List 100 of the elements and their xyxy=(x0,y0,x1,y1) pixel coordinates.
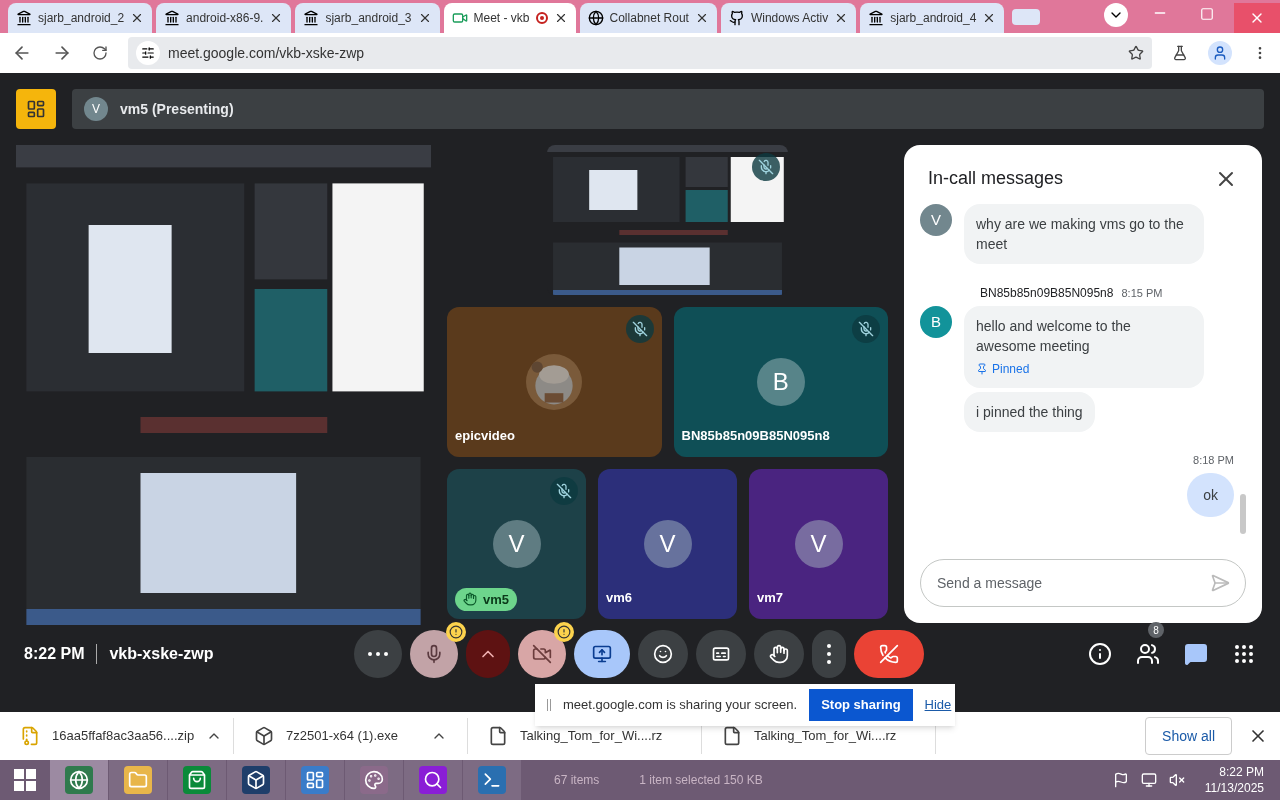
side-panel-button[interactable] xyxy=(1232,642,1256,666)
panel-title: In-call messages xyxy=(928,167,1064,190)
call-control-button[interactable] xyxy=(754,630,804,678)
avatar: B xyxy=(756,358,805,406)
box-icon xyxy=(254,726,274,746)
dashboard-icon xyxy=(305,770,325,790)
globe-icon xyxy=(69,770,89,790)
hand-icon xyxy=(769,644,789,664)
smiley-icon xyxy=(653,644,673,664)
status-text: 67 items xyxy=(554,772,600,789)
mic-off-icon xyxy=(556,483,572,499)
avatar: B xyxy=(920,306,952,338)
camera-off-icon xyxy=(532,644,552,664)
tab-title: Meet - vkb xyxy=(473,10,530,27)
taskbar-app[interactable] xyxy=(404,760,462,800)
browser-tab[interactable]: Collabnet Rout xyxy=(579,3,717,33)
people-icon xyxy=(1136,642,1160,666)
drag-handle-icon[interactable] xyxy=(547,699,551,711)
raised-hand-badge: vm5 xyxy=(455,587,518,611)
message-field[interactable]: Send a message xyxy=(920,559,1246,607)
message-text: hello and welcome to the awesome meeting xyxy=(976,317,1132,356)
call-control-button[interactable] xyxy=(854,630,924,678)
call-control-button[interactable] xyxy=(696,630,746,678)
download-name[interactable]: Talking_Tom_for_Wi....rz xyxy=(520,726,663,746)
call-control-button[interactable] xyxy=(518,630,566,678)
dots-icon xyxy=(368,652,388,656)
avatar: V xyxy=(492,520,541,568)
sliders-icon xyxy=(141,46,155,60)
store-icon xyxy=(187,770,207,790)
taskbar-app[interactable] xyxy=(286,760,344,800)
captions-icon xyxy=(711,644,731,664)
participant-name: BN85b85n09B85N095n8 xyxy=(681,426,830,445)
status-text: 1 item selected 150 KB xyxy=(639,772,763,789)
browser-tab[interactable]: sjarb_android_3 xyxy=(295,3,440,33)
taskbar-app[interactable] xyxy=(50,760,108,800)
tab-title: Collabnet Rout xyxy=(609,10,689,27)
message-text: ok xyxy=(1203,485,1218,505)
tab-title: sjarb_android_2 xyxy=(38,10,125,27)
avatar: V xyxy=(643,520,692,568)
network-icon[interactable] xyxy=(1140,772,1157,788)
download-name[interactable]: 16aa5ffaf8ac3aa56....zip xyxy=(52,726,195,746)
avatar: V xyxy=(794,520,843,568)
info-icon xyxy=(1088,642,1112,666)
terminal-icon xyxy=(482,770,502,790)
browser-tab[interactable]: sjarb_android_4 xyxy=(860,3,1005,33)
reload-icon[interactable] xyxy=(92,45,108,61)
download-name[interactable]: Talking_Tom_for_Wi....rz xyxy=(754,726,897,746)
sharing-text: meet.google.com is sharing your screen. xyxy=(563,696,798,715)
flask-icon[interactable] xyxy=(1172,45,1188,61)
folder-icon xyxy=(128,770,148,790)
call-control-button[interactable] xyxy=(410,630,458,678)
file-icon xyxy=(722,726,742,746)
participant-name: epicvideo xyxy=(455,426,515,445)
clock-date: 11/13/2025 xyxy=(1204,780,1264,796)
stop-sharing-button[interactable]: Stop sharing xyxy=(809,689,913,721)
browser-tab[interactable]: sjarb_android_2 xyxy=(8,3,153,33)
sender-name: BN85b85n09B85N095n8 xyxy=(980,285,1114,302)
layout-button[interactable] xyxy=(16,89,56,129)
globe-icon xyxy=(587,10,604,26)
tab-search-button[interactable] xyxy=(1104,3,1128,27)
address-bar[interactable]: meet.google.com/vkb-xske-zwp xyxy=(128,37,1152,69)
call-control-button[interactable] xyxy=(574,630,630,678)
tab-title: sjarb_android_3 xyxy=(325,10,412,27)
person-icon xyxy=(1212,45,1228,61)
taskbar-app[interactable] xyxy=(345,760,403,800)
hand-icon xyxy=(463,592,477,607)
participant-name: vm7 xyxy=(757,588,784,607)
side-panel-button[interactable] xyxy=(1184,642,1208,666)
hide-link[interactable]: Hide xyxy=(924,695,952,715)
apps-grid-icon xyxy=(1232,642,1256,666)
more-vertical-icon xyxy=(827,644,831,664)
browser-tab[interactable]: Meet - vkb xyxy=(443,3,576,33)
side-panel-button[interactable] xyxy=(1088,642,1112,666)
hang-up-icon xyxy=(879,644,899,664)
scrollbar xyxy=(1240,494,1246,534)
message-text: why are we making vms go to the meet xyxy=(976,215,1185,254)
bookmark-star-icon[interactable] xyxy=(1128,45,1144,61)
zip-file-icon xyxy=(20,726,40,746)
message-text: i pinned the thing xyxy=(976,403,1083,422)
taskbar-app[interactable] xyxy=(109,760,167,800)
pin-icon xyxy=(976,363,988,375)
clock-time: 8:22 PM xyxy=(1219,764,1264,780)
show-all-button[interactable]: Show all xyxy=(1145,717,1232,755)
mic-off-icon xyxy=(858,321,874,337)
site-settings-icon[interactable] xyxy=(136,41,160,65)
volume-muted-icon[interactable] xyxy=(1168,772,1185,788)
taskbar-app[interactable] xyxy=(168,760,226,800)
profile-avatar[interactable] xyxy=(1208,41,1232,65)
download-name[interactable]: 7z2501-x64 (1).exe xyxy=(286,726,419,746)
flag-icon[interactable] xyxy=(1112,772,1129,788)
meeting-code: vkb-xske-zwp xyxy=(109,644,214,664)
chat-icon xyxy=(1184,642,1208,666)
call-control-button[interactable] xyxy=(812,630,846,678)
taskbar-app[interactable] xyxy=(227,760,285,800)
browser-tab[interactable]: Windows Activ xyxy=(720,3,857,33)
tab-title: android-x86-9. xyxy=(186,10,264,27)
browser-tab[interactable]: android-x86-9. xyxy=(156,3,292,33)
meeting-time: 8:22 PM xyxy=(24,644,85,664)
call-control-button[interactable] xyxy=(638,630,688,678)
mic-off-icon xyxy=(758,159,774,175)
